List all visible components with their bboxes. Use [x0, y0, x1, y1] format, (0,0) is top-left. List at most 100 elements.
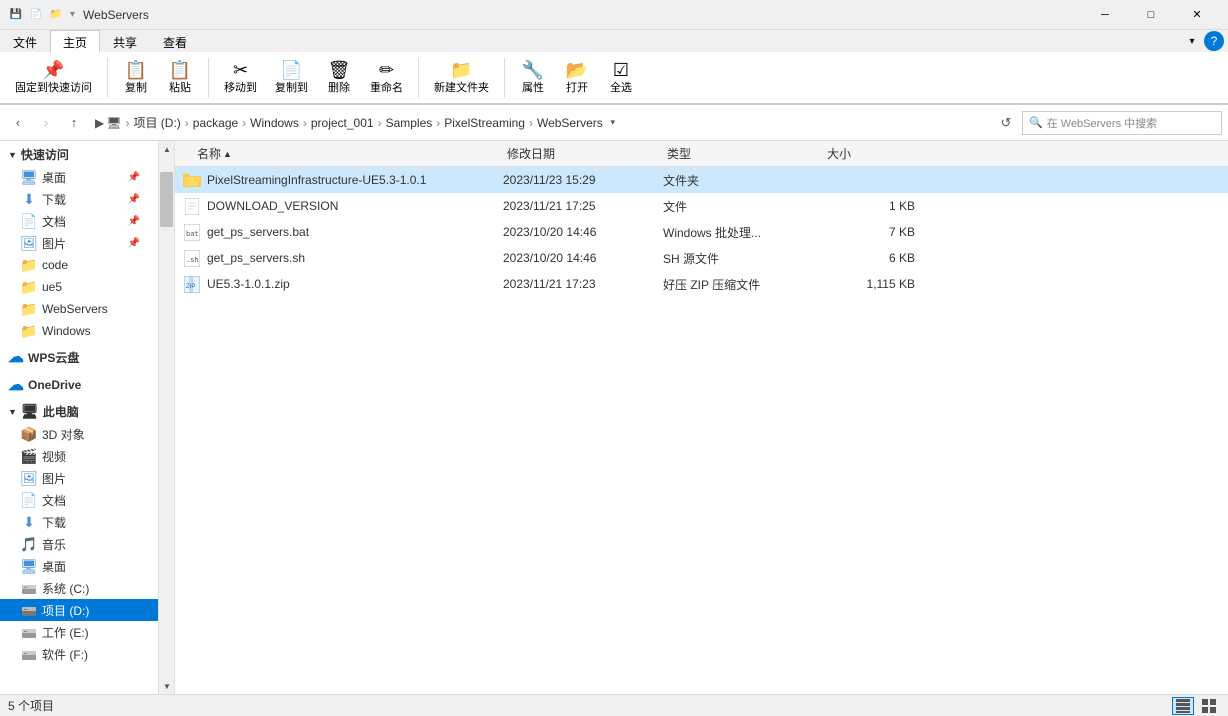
sidebar-item-code[interactable]: 📁 code — [0, 254, 158, 276]
breadcrumb-sep0: › — [125, 116, 129, 130]
sidebar-item-images[interactable]: 🖼 图片 📌 — [0, 232, 158, 254]
sidebar-item-desk[interactable]: 🖥 桌面 — [0, 555, 158, 577]
pin-button[interactable]: 📌 固定到快速访问 — [8, 57, 99, 99]
sidebar-item-d[interactable]: 项目 (D:) — [0, 599, 158, 621]
sb-up-arrow[interactable]: ▲ — [159, 141, 175, 157]
ribbon-expand-icon[interactable]: ▾ — [1184, 33, 1200, 49]
breadcrumb-d[interactable]: 项目 (D:) — [133, 114, 180, 131]
sep4 — [504, 58, 505, 98]
sidebar-item-documents[interactable]: 📄 文档 — [0, 489, 158, 511]
sb-down-arrow[interactable]: ▼ — [159, 678, 175, 694]
svg-text:.sh: .sh — [186, 256, 199, 264]
pin-icon: 📌 — [128, 194, 140, 205]
close-button[interactable]: ✕ — [1174, 0, 1220, 30]
tab-file[interactable]: 文件 — [0, 30, 50, 52]
breadcrumb-pixelstreaming[interactable]: PixelStreaming — [444, 116, 525, 130]
sidebar-item-desktop[interactable]: 🖥 桌面 📌 — [0, 166, 158, 188]
table-row[interactable]: .sh get_ps_servers.sh 2023/10/20 14:46 S… — [175, 245, 1228, 271]
col-header-size[interactable]: 大小 — [823, 145, 923, 162]
sidebar-item-3d[interactable]: 📦 3D 对象 — [0, 423, 158, 445]
forward-button[interactable]: › — [34, 111, 58, 135]
copyto-button[interactable]: 📄 复制到 — [268, 57, 315, 99]
sidebar-item-music[interactable]: 🎵 音乐 — [0, 533, 158, 555]
rename-button[interactable]: ✏ 重命名 — [363, 57, 410, 99]
search-box[interactable]: 🔍 在 WebServers 中搜索 — [1022, 111, 1222, 135]
sidebar-item-e[interactable]: 工作 (E:) — [0, 621, 158, 643]
breadcrumb[interactable]: ▶ 🖥 › 项目 (D:) › package › Windows › proj… — [90, 111, 990, 135]
properties-label: 属性 — [522, 79, 544, 95]
sidebar-item-dl[interactable]: ⬇ 下载 — [0, 511, 158, 533]
newfolder-button[interactable]: 📁 新建文件夹 — [427, 57, 496, 99]
view-detail-button[interactable] — [1172, 697, 1194, 715]
sidebar-item-f[interactable]: 软件 (F:) — [0, 643, 158, 665]
sidebar-item-windows[interactable]: 📁 Windows — [0, 320, 158, 342]
sidebar-item-label: code — [42, 258, 68, 272]
back-button[interactable]: ‹ — [6, 111, 30, 135]
file-size: 6 KB — [823, 251, 923, 265]
up-button[interactable]: ↑ — [62, 111, 86, 135]
sidebar-item-c[interactable]: 系统 (C:) — [0, 577, 158, 599]
sidebar-section-thispc: ▼ 🖥 此电脑 📦 3D 对象 🎬 视频 🖼 图片 📄 — [0, 400, 158, 665]
help-icon[interactable]: ? — [1204, 31, 1224, 51]
breadcrumb-samples[interactable]: Samples — [386, 116, 433, 130]
breadcrumb-dropdown[interactable]: ▾ — [605, 111, 621, 135]
breadcrumb-package[interactable]: package — [193, 116, 238, 130]
titlebar: 💾 📄 📁 ▾ WebServers ─ □ ✕ — [0, 0, 1228, 30]
sep2 — [208, 58, 209, 98]
properties-button[interactable]: 🔧 属性 — [513, 57, 553, 99]
maximize-button[interactable]: □ — [1128, 0, 1174, 30]
sb-thumb[interactable] — [160, 172, 173, 227]
paste-button[interactable]: 📋 粘贴 — [160, 57, 200, 99]
table-row[interactable]: bat get_ps_servers.bat 2023/10/20 14:46 … — [175, 219, 1228, 245]
file-size: 7 KB — [823, 225, 923, 239]
search-placeholder: 在 WebServers 中搜索 — [1047, 115, 1157, 131]
sidebar-header-label: 快速访问 — [21, 146, 69, 163]
breadcrumb-item-thispc[interactable]: ▶ — [95, 116, 104, 130]
sidebar-item-label: ue5 — [42, 280, 62, 294]
col-header-type[interactable]: 类型 — [663, 145, 823, 162]
delete-label: 删除 — [328, 79, 350, 95]
properties-icon: 🔧 — [522, 61, 544, 79]
col-header-date[interactable]: 修改日期 — [503, 145, 663, 162]
sidebar-item-downloads[interactable]: ⬇ 下载 📌 — [0, 188, 158, 210]
sidebar-header-onedrive[interactable]: ☁ OneDrive — [0, 372, 158, 398]
titlebar-dropdown[interactable]: ▾ — [70, 9, 75, 20]
table-row[interactable]: DOWNLOAD_VERSION 2023/11/21 17:25 文件 1 K… — [175, 193, 1228, 219]
tab-home[interactable]: 主页 — [50, 30, 100, 53]
col-header-name[interactable]: 名称 ▲ — [193, 145, 503, 162]
table-row[interactable]: ZIP UE5.3-1.0.1.zip 2023/11/21 17:23 好压 … — [175, 271, 1228, 297]
sidebar-header-wps[interactable]: ☁ WPS云盘 — [0, 344, 158, 370]
sidebar-item-pictures[interactable]: 🖼 图片 — [0, 467, 158, 489]
sidebar-header-quickaccess[interactable]: ▼ 快速访问 — [0, 143, 158, 166]
table-row[interactable]: PixelStreamingInfrastructure-UE5.3-1.0.1… — [175, 167, 1228, 193]
sidebar-item-label: Windows — [42, 324, 91, 338]
drive-f-icon — [20, 645, 38, 663]
breadcrumb-windows[interactable]: Windows — [250, 116, 299, 130]
tab-view[interactable]: 查看 — [150, 30, 200, 52]
pin-icon: 📌 — [42, 61, 64, 79]
rename-icon: ✏ — [379, 61, 394, 79]
copy-label: 复制 — [125, 79, 147, 95]
sidebar-item-video[interactable]: 🎬 视频 — [0, 445, 158, 467]
breadcrumb-project[interactable]: project_001 — [311, 116, 374, 130]
refresh-button[interactable]: ↺ — [994, 111, 1018, 135]
view-large-button[interactable] — [1198, 697, 1220, 715]
move-label: 移动到 — [224, 79, 257, 95]
tab-share[interactable]: 共享 — [100, 30, 150, 52]
minimize-button[interactable]: ─ — [1082, 0, 1128, 30]
open-icon: 📁 — [48, 7, 64, 23]
copy-button[interactable]: 📋 复制 — [116, 57, 156, 99]
sidebar-item-webservers[interactable]: 📁 WebServers — [0, 298, 158, 320]
music-icon: 🎵 — [20, 535, 38, 553]
move-button[interactable]: ✂ 移动到 — [217, 57, 264, 99]
folder-open-icon — [183, 171, 201, 189]
breadcrumb-webservers[interactable]: WebServers — [537, 116, 603, 130]
delete-button[interactable]: 🗑 删除 — [319, 57, 359, 99]
sidebar-item-ue5[interactable]: 📁 ue5 — [0, 276, 158, 298]
filelist: 名称 ▲ 修改日期 类型 大小 PixelStreamingInfrastruc… — [175, 141, 1228, 694]
sidebar-scrollbar: ▲ ▼ — [158, 141, 174, 694]
sidebar-item-docs[interactable]: 📄 文档 📌 — [0, 210, 158, 232]
open-button[interactable]: 📂 打开 — [557, 57, 597, 99]
select-button[interactable]: ☑ 全选 — [601, 57, 641, 99]
sidebar-header-thispc[interactable]: ▼ 🖥 此电脑 — [0, 400, 158, 423]
